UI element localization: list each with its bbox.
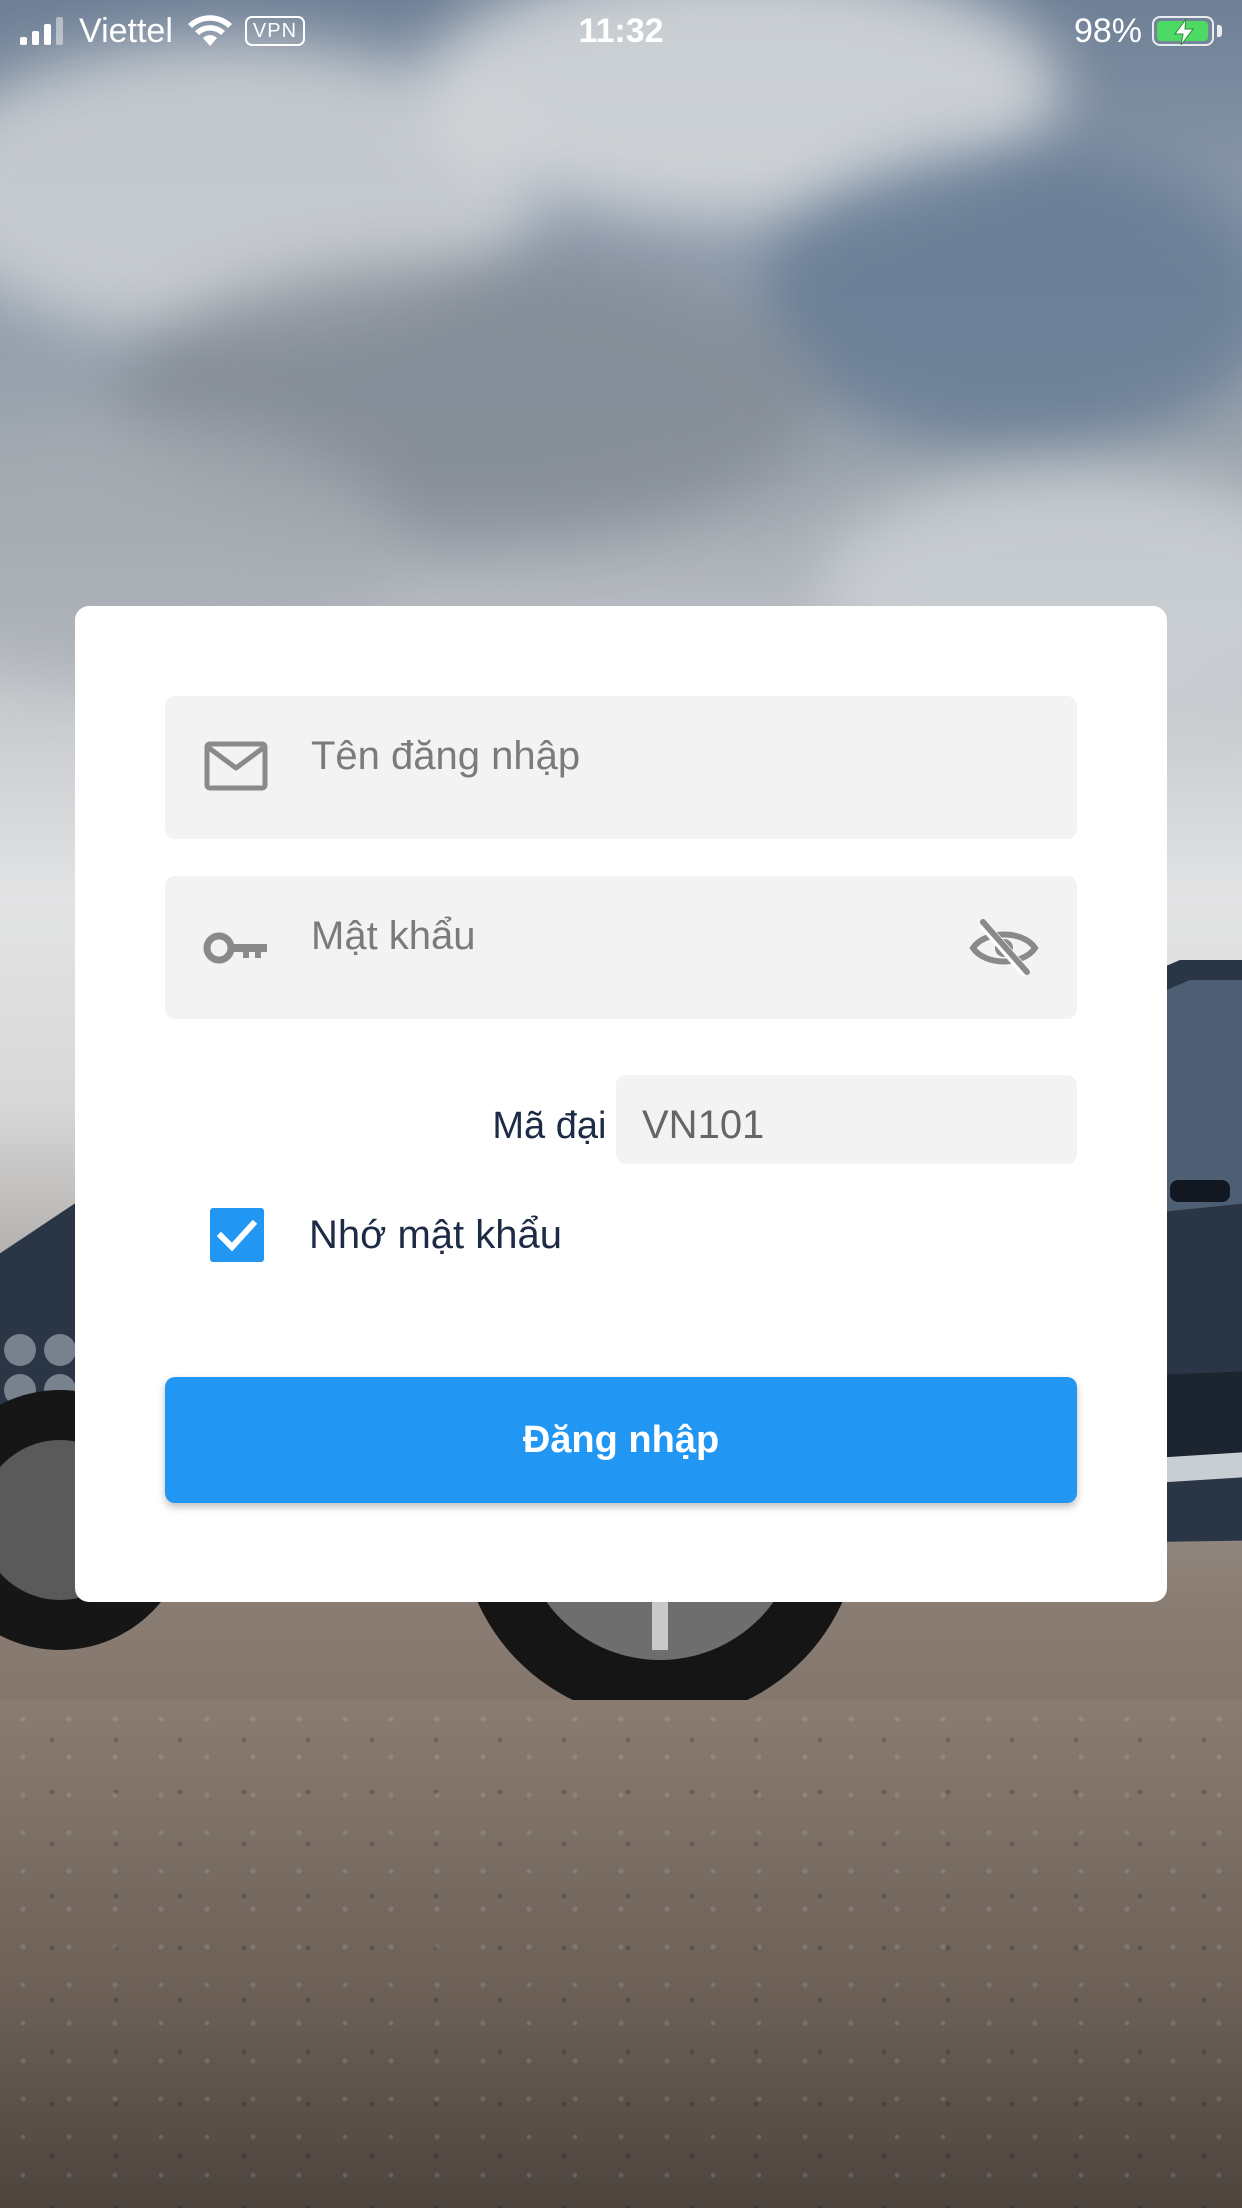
agent-code-input[interactable] [642,1075,1052,1175]
username-input[interactable] [311,696,951,816]
username-field[interactable] [165,696,1077,839]
agent-code-field[interactable] [616,1075,1077,1175]
battery-percent: 98% [1073,11,1142,50]
login-card: Mã đại lý: Nhớ mật khẩu Đăng nhập [75,606,1167,1602]
remember-password-label[interactable]: Nhớ mật khẩu [309,1204,562,1266]
status-time: 11:32 [578,12,664,50]
key-icon [203,932,267,964]
password-field[interactable] [165,876,1077,1019]
status-bar: Viettel VPN 11:32 98% [0,0,1242,64]
mail-icon [204,741,268,791]
agent-code-label: Mã đại lý: [492,1105,655,1147]
battery-icon [1152,16,1214,46]
status-right: 98% [1074,10,1222,52]
checkmark-icon [216,1219,258,1252]
battery-cap [1217,25,1222,37]
charging-bolt-icon [1174,19,1194,45]
password-input[interactable] [311,876,951,996]
login-button[interactable]: Đăng nhập [165,1377,1077,1503]
eye-off-icon[interactable] [969,916,1039,980]
remember-password-checkbox[interactable] [210,1208,264,1262]
